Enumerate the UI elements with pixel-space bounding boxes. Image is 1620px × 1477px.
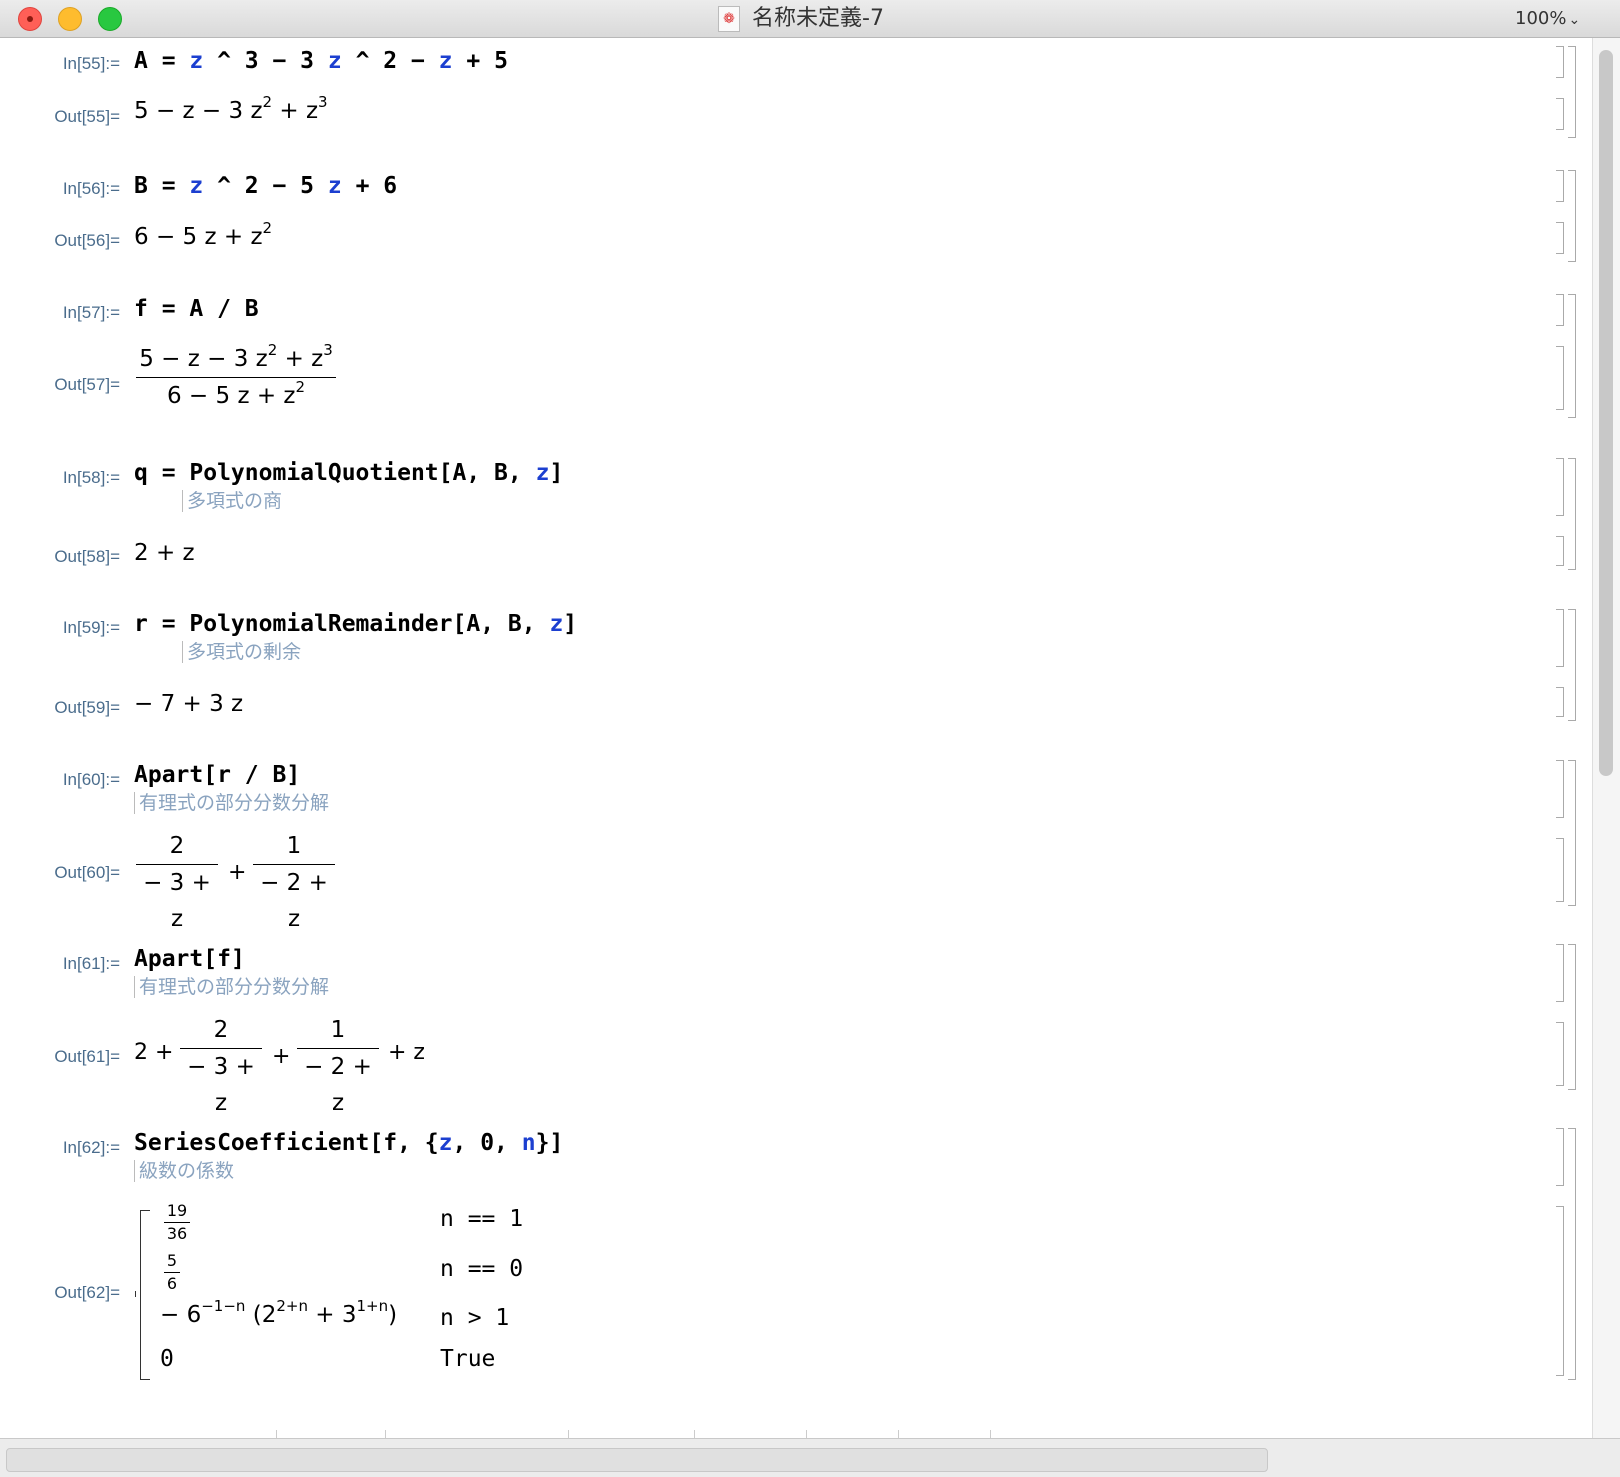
function-hint-61: 有理式の部分分数分解: [134, 976, 329, 998]
in-label-56: In[56]:=: [62, 179, 120, 198]
output-fraction-60b: 1 − 2 + z: [253, 828, 335, 932]
in-label-62: In[62]:=: [62, 1138, 120, 1157]
fraction-numerator: 5 − z − 3 z2 + z3: [139, 341, 333, 373]
title-bar: ❁ 名称未定義-7 100% ⌄: [0, 0, 1620, 38]
plus-operator: +: [228, 860, 247, 885]
output-term: + z: [388, 1040, 425, 1065]
cell-group-bracket-56[interactable]: [1568, 170, 1576, 262]
output-cell-59: − 7 + 3 z: [134, 691, 244, 717]
output-cell-58: 2 + z: [134, 540, 195, 566]
output-fraction-57: 5 − z − 3 z2 + z3 6 − 5 z + z2: [136, 341, 336, 414]
cell-group-bracket-57[interactable]: [1568, 294, 1576, 418]
input-cell-bracket-59[interactable]: [1556, 609, 1564, 667]
function-hint-60: 有理式の部分分数分解: [134, 792, 329, 814]
output-cell-bracket-62[interactable]: [1556, 1206, 1564, 1376]
in-label-57: In[57]:=: [62, 303, 120, 322]
piecewise-value-1: 19 36: [164, 1200, 190, 1245]
piecewise-value-2: 5 6: [164, 1250, 180, 1295]
output-cell-bracket-60[interactable]: [1556, 838, 1564, 902]
fraction-denominator: 6 − 5 z + z2: [136, 377, 336, 414]
output-cell-bracket-61[interactable]: [1556, 1022, 1564, 1086]
output-cell-bracket-55[interactable]: [1556, 98, 1564, 130]
zoom-level: 100%: [1515, 8, 1567, 29]
out-label-61: Out[61]=: [54, 1047, 120, 1066]
close-window-button[interactable]: [18, 7, 42, 31]
cell-group-bracket-62[interactable]: [1568, 1128, 1576, 1380]
piecewise-condition-3: n > 1: [440, 1305, 510, 1331]
window-title: 名称未定義-7: [752, 6, 884, 31]
output-term: 2 +: [134, 1040, 174, 1065]
plus-operator: +: [272, 1044, 291, 1069]
input-cell-62[interactable]: SeriesCoefficient[f, {z, 0, n}]: [134, 1130, 563, 1156]
in-label-59: In[59]:=: [62, 618, 120, 637]
piecewise-condition-4: True: [440, 1346, 496, 1372]
output-fraction-61b: 1 − 2 + z: [297, 1012, 379, 1116]
out-label-62: Out[62]=: [54, 1283, 120, 1302]
input-cell-56[interactable]: B = z ^ 2 − 5 z + 6: [134, 173, 397, 199]
piecewise-condition-2: n == 0: [440, 1256, 524, 1282]
minimize-window-button[interactable]: [58, 7, 82, 31]
cell-group-bracket-60[interactable]: [1568, 760, 1576, 906]
input-cell-bracket-60[interactable]: [1556, 760, 1564, 818]
output-fraction-61a: 2 − 3 + z: [180, 1012, 262, 1116]
zoom-window-button[interactable]: [98, 7, 122, 31]
output-fraction-60a: 2 − 3 + z: [136, 828, 218, 932]
input-cell-58[interactable]: q = PolynomialQuotient[A, B, z]: [134, 460, 563, 486]
out-label-56: Out[56]=: [54, 231, 120, 250]
input-cell-bracket-56[interactable]: [1556, 170, 1564, 202]
function-hint-62: 級数の係数: [134, 1160, 234, 1182]
out-label-60: Out[60]=: [54, 863, 120, 882]
out-label-58: Out[58]=: [54, 547, 120, 566]
vertical-scroll-thumb[interactable]: [1599, 50, 1613, 776]
cell-group-bracket-61[interactable]: [1568, 944, 1576, 1090]
in-label-60: In[60]:=: [62, 770, 120, 789]
input-cell-bracket-58[interactable]: [1556, 458, 1564, 516]
input-cell-60[interactable]: Apart[r / B]: [134, 762, 300, 788]
in-label-61: In[61]:=: [62, 954, 120, 973]
input-cell-bracket-61[interactable]: [1556, 944, 1564, 1002]
zoom-selector[interactable]: 100% ⌄: [1515, 6, 1580, 33]
function-hint-58: 多項式の商: [182, 490, 282, 512]
output-cell-bracket-56[interactable]: [1556, 222, 1564, 254]
piecewise-value-4: 0: [160, 1346, 174, 1372]
input-cell-bracket-57[interactable]: [1556, 294, 1564, 326]
out-label-59: Out[59]=: [54, 698, 120, 717]
chevron-down-icon: ⌄: [1568, 12, 1581, 28]
output-cell-bracket-59[interactable]: [1556, 687, 1564, 717]
cell-group-bracket-59[interactable]: [1568, 609, 1576, 721]
notebook-document-icon: ❁: [718, 6, 740, 32]
input-cell-57[interactable]: f = A / B: [134, 296, 259, 322]
piecewise-value-3: − 6−1−n (22+n + 31+n): [160, 1297, 398, 1329]
out-label-55: Out[55]=: [54, 107, 120, 126]
input-cell-59[interactable]: r = PolynomialRemainder[A, B, z]: [134, 611, 577, 637]
input-cell-bracket-55[interactable]: [1556, 46, 1564, 78]
output-cell-bracket-57[interactable]: [1556, 346, 1564, 410]
horizontal-scroll-thumb[interactable]: [6, 1448, 1268, 1472]
function-hint-59: 多項式の剰余: [182, 641, 301, 663]
piecewise-condition-1: n == 1: [440, 1206, 524, 1232]
input-cell-55[interactable]: A = z ^ 3 − 3 z ^ 2 − z + 5: [134, 48, 508, 74]
output-cell-55: 5 − z − 3 z2 + z3: [134, 93, 328, 125]
out-label-57: Out[57]=: [54, 375, 120, 394]
output-cell-56: 6 − 5 z + z2: [134, 219, 273, 251]
cell-group-bracket-55[interactable]: [1568, 46, 1576, 138]
output-cell-bracket-58[interactable]: [1556, 536, 1564, 566]
notebook-area[interactable]: In[55]:= A = z ^ 3 − 3 z ^ 2 − z + 5 Out…: [0, 38, 1592, 1438]
input-cell-bracket-62[interactable]: [1556, 1128, 1564, 1186]
in-label-55: In[55]:=: [62, 54, 120, 73]
piecewise-brace: [135, 1210, 150, 1380]
cell-group-bracket-58[interactable]: [1568, 458, 1576, 570]
in-label-58: In[58]:=: [62, 468, 120, 487]
input-cell-61[interactable]: Apart[f]: [134, 946, 245, 972]
